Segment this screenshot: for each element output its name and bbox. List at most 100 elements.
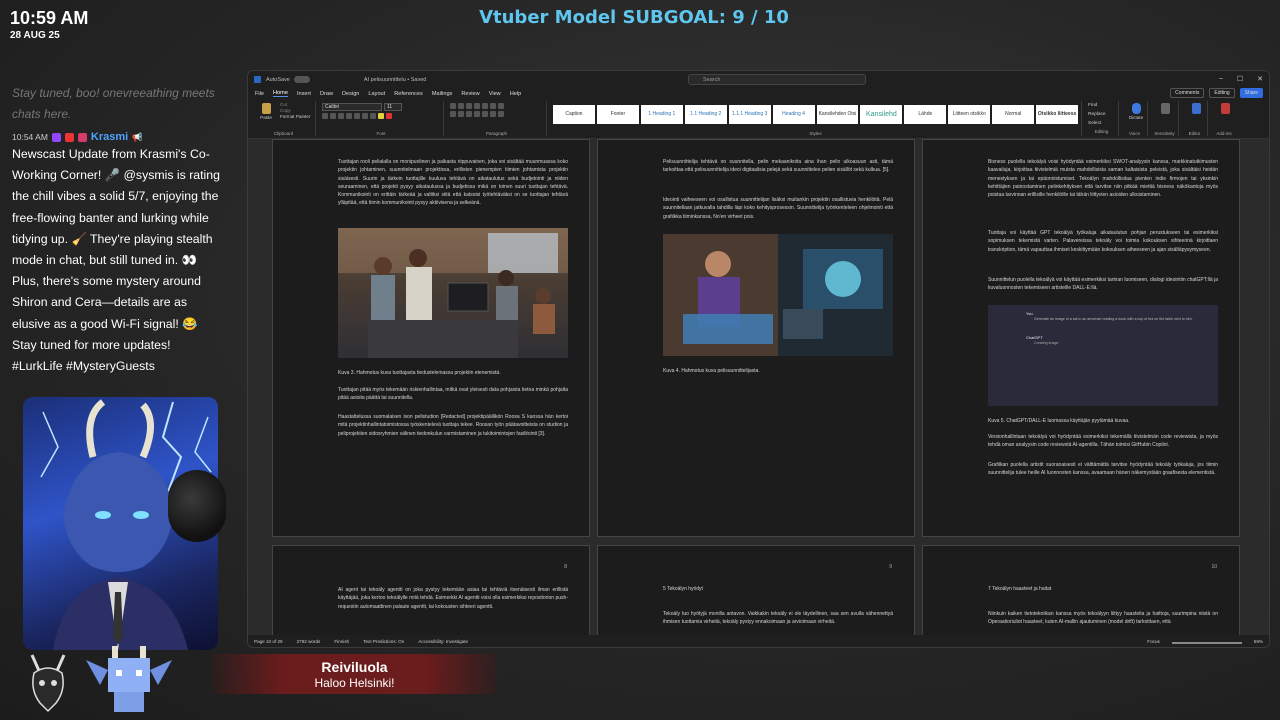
document-canvas[interactable]: Tuottajan rooli pelialalla on monipuolin… (248, 139, 1269, 637)
accessibility-status[interactable]: Accessibility: Investigate (418, 639, 468, 644)
sort-icon[interactable] (490, 103, 496, 109)
styles-gallery: Caption Footer 1 Heading 1 1.1 Heading 2… (553, 105, 1079, 124)
maximize-icon[interactable]: ☐ (1237, 75, 1243, 83)
editor-label: Editor (1188, 131, 1201, 136)
tab-design[interactable]: Design (342, 91, 359, 97)
page-number: 9 (889, 564, 892, 570)
subgoal-banner: Vtuber Model SUBGOAL: 9 / 10 (479, 7, 789, 28)
tab-layout[interactable]: Layout (368, 91, 385, 97)
dictate-button[interactable]: Dictate (1125, 103, 1147, 120)
underline-icon[interactable] (338, 113, 344, 119)
font-size-select[interactable]: 11 (384, 103, 402, 111)
show-marks-icon[interactable] (498, 103, 504, 109)
tab-view[interactable]: View (489, 91, 501, 97)
voice-group: Dictate Voice (1122, 101, 1148, 136)
title-bar: AutoSave AI pelisuunnittelu • Saved Sear… (248, 71, 1269, 88)
tab-insert[interactable]: Insert (297, 91, 311, 97)
twitch-badge-icon (51, 132, 61, 142)
style-kansilehden-otsikko[interactable]: Kansilehden Otsi (816, 105, 859, 124)
shading-icon[interactable] (490, 111, 496, 117)
chat-prompt: Generate an image of a cat in an armchai… (1034, 317, 1193, 321)
styles-group: Caption Footer 1 Heading 1 1.1 Heading 2… (550, 101, 1082, 136)
search-box[interactable]: Search (688, 74, 866, 85)
style-normal[interactable]: Normal (992, 105, 1035, 124)
addins-button[interactable] (1214, 103, 1236, 114)
decrease-indent-icon[interactable] (474, 103, 480, 109)
word-count[interactable]: 2792 words (297, 639, 321, 644)
tab-review[interactable]: Review (461, 91, 479, 97)
close-icon[interactable]: ✕ (1257, 75, 1263, 83)
tab-mailings[interactable]: Mailings (432, 91, 453, 97)
multilevel-list-icon[interactable] (466, 103, 472, 109)
font-color-icon[interactable] (386, 113, 392, 119)
editing-mode-button[interactable]: Editing (1209, 88, 1235, 98)
superscript-icon[interactable] (362, 113, 368, 119)
page-7: Tuottajan rooli pelialalla on monipuolin… (272, 139, 590, 537)
clock-date: 28 AUG 25 (10, 30, 60, 41)
bullets-icon[interactable] (450, 103, 456, 109)
page-paragraph: Suunnittelun puolella tekoälyä voi käytt… (988, 277, 1218, 292)
style-lahde[interactable]: Lähde (904, 105, 947, 124)
tab-draw[interactable]: Draw (320, 91, 333, 97)
minimize-icon[interactable]: – (1219, 75, 1223, 83)
nameplate-greeting: Haloo Helsinki! (314, 676, 395, 690)
style-otsikko-liitteessa[interactable]: Otsikko liitteess (1036, 105, 1079, 124)
style-heading-2[interactable]: 1.1 Heading 2 (684, 105, 727, 124)
increase-indent-icon[interactable] (482, 103, 488, 109)
comments-button[interactable]: Comments (1170, 88, 1205, 98)
tab-help[interactable]: Help (510, 91, 522, 97)
zoom-slider[interactable] (1171, 641, 1242, 644)
align-left-icon[interactable] (450, 111, 456, 117)
editor-icon (1191, 103, 1201, 114)
style-heading-3[interactable]: 1.1.1 Heading 3 (728, 105, 771, 124)
focus-button[interactable]: Focus (1147, 639, 1160, 644)
text-effects-icon[interactable] (370, 113, 376, 119)
page-number: 8 (564, 564, 567, 570)
align-center-icon[interactable] (458, 111, 464, 117)
zoom-level[interactable]: 59% (1254, 639, 1263, 644)
section-heading: 5 Tekoälyn hyödyt (663, 586, 703, 592)
highlight-icon[interactable] (378, 113, 384, 119)
strikethrough-icon[interactable] (346, 113, 352, 119)
line-spacing-icon[interactable] (482, 111, 488, 117)
share-button[interactable]: Share (1239, 88, 1263, 98)
style-caption[interactable]: Caption (553, 105, 595, 124)
sensitivity-button[interactable] (1154, 103, 1176, 114)
page-10-lower: 10 7 Tekoälyn haasteet ja haitat Niinkui… (922, 545, 1240, 637)
numbering-icon[interactable] (458, 103, 464, 109)
bold-icon[interactable] (322, 113, 328, 119)
tab-home[interactable]: Home (273, 90, 288, 97)
tab-references[interactable]: References (394, 91, 423, 97)
style-footer[interactable]: Footer (596, 105, 639, 124)
clipboard-group: Paste Cut Copy Format Painter Clipboard (252, 101, 316, 136)
style-heading-1[interactable]: 1 Heading 1 (640, 105, 683, 124)
font-name-select[interactable]: Calibri (322, 103, 382, 111)
italic-icon[interactable] (330, 113, 336, 119)
find-button[interactable]: Find (1088, 101, 1115, 110)
replace-button[interactable]: Replace (1088, 110, 1115, 119)
heart-badge-icon (77, 132, 87, 142)
figure-caption: Kuva 4. Hahmotus kuva pelisuunnittelijas… (663, 368, 760, 374)
sensitivity-icon (1160, 103, 1170, 114)
page-paragraph: Haastattelussa suomalaisen ison pelistud… (338, 414, 568, 437)
justify-icon[interactable] (474, 111, 480, 117)
editor-button[interactable] (1185, 103, 1207, 114)
format-painter-button[interactable]: Format Painter (280, 114, 310, 120)
subscript-icon[interactable] (354, 113, 360, 119)
style-heading-4[interactable]: Heading 4 (772, 105, 815, 124)
style-kansilehti[interactable]: Kansilehd (860, 105, 903, 124)
figure-caption: Kuva 5. ChatGPT/DALL-E luomassa käyttäjä… (988, 418, 1130, 424)
nameplate: Reiviluola Haloo Helsinki! (212, 654, 497, 694)
language[interactable]: Finnish (334, 639, 349, 644)
borders-icon[interactable] (498, 111, 504, 117)
chat-username: Krasmi (90, 131, 129, 143)
style-liitteen-otsikko[interactable]: Liitteen otsikko (948, 105, 991, 124)
paste-button[interactable]: Paste (255, 101, 277, 120)
align-right-icon[interactable] (466, 111, 472, 117)
tab-file[interactable]: File (255, 91, 264, 97)
page-paragraph: Niinkuin kaiken tietotekniikan kanssa my… (988, 611, 1218, 626)
page-count[interactable]: Page 10 of 29 (254, 639, 283, 644)
text-predictions[interactable]: Text Predictions: On (363, 639, 404, 644)
chat-user-label: You (1026, 311, 1033, 316)
autosave-toggle[interactable] (293, 76, 310, 83)
